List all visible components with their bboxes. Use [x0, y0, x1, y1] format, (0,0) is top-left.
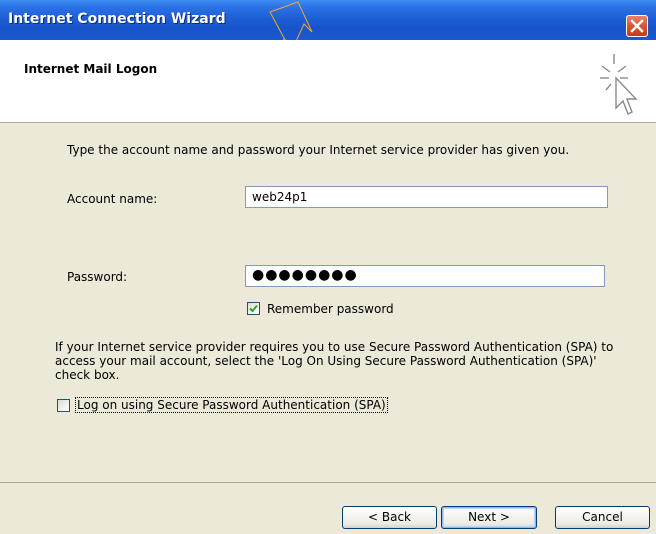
instruction-text: Type the account name and password your … — [67, 143, 570, 157]
cancel-button[interactable]: Cancel — [555, 506, 650, 529]
back-button[interactable]: < Back — [342, 506, 437, 529]
password-label: Password: — [67, 270, 128, 284]
account-name-input[interactable]: web24p1 — [245, 186, 608, 208]
remember-password-checkbox[interactable] — [247, 302, 260, 315]
spa-description: If your Internet service provider requir… — [55, 340, 614, 382]
password-input[interactable]: ●●●●●●●● — [245, 265, 605, 287]
wizard-header: Internet Mail Logon — [0, 40, 656, 123]
close-icon — [630, 19, 644, 33]
window-title: Internet Connection Wizard — [8, 11, 226, 27]
page-title: Internet Mail Logon — [24, 62, 158, 76]
wizard-cursor-icon — [600, 54, 638, 115]
close-button[interactable] — [626, 15, 648, 37]
check-icon — [249, 304, 258, 313]
remember-password-label[interactable]: Remember password — [267, 302, 394, 316]
spa-checkbox-label[interactable]: Log on using Secure Password Authenticat… — [75, 397, 388, 413]
next-button[interactable]: Next > — [441, 506, 537, 529]
account-name-label: Account name: — [67, 192, 158, 206]
spa-checkbox[interactable] — [57, 399, 70, 412]
wizard-window: Internet Connection Wizard Internet Mail… — [0, 0, 656, 534]
